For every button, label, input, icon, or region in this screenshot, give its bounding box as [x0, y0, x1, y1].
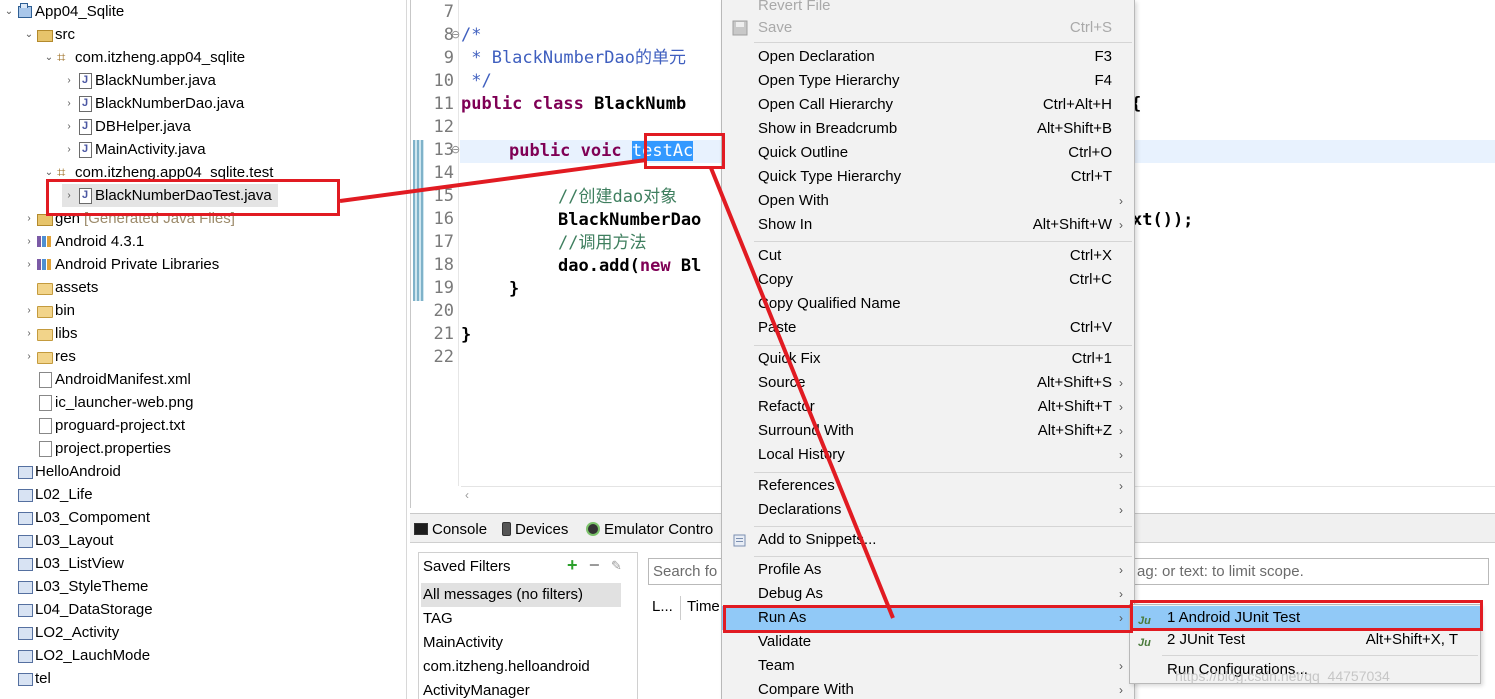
watermark: https://blog.csdn.net/qq_44757034	[1175, 668, 1390, 684]
annotation-line	[709, 167, 895, 619]
annotation-line	[339, 158, 647, 203]
annotation-arrows	[339, 158, 895, 619]
